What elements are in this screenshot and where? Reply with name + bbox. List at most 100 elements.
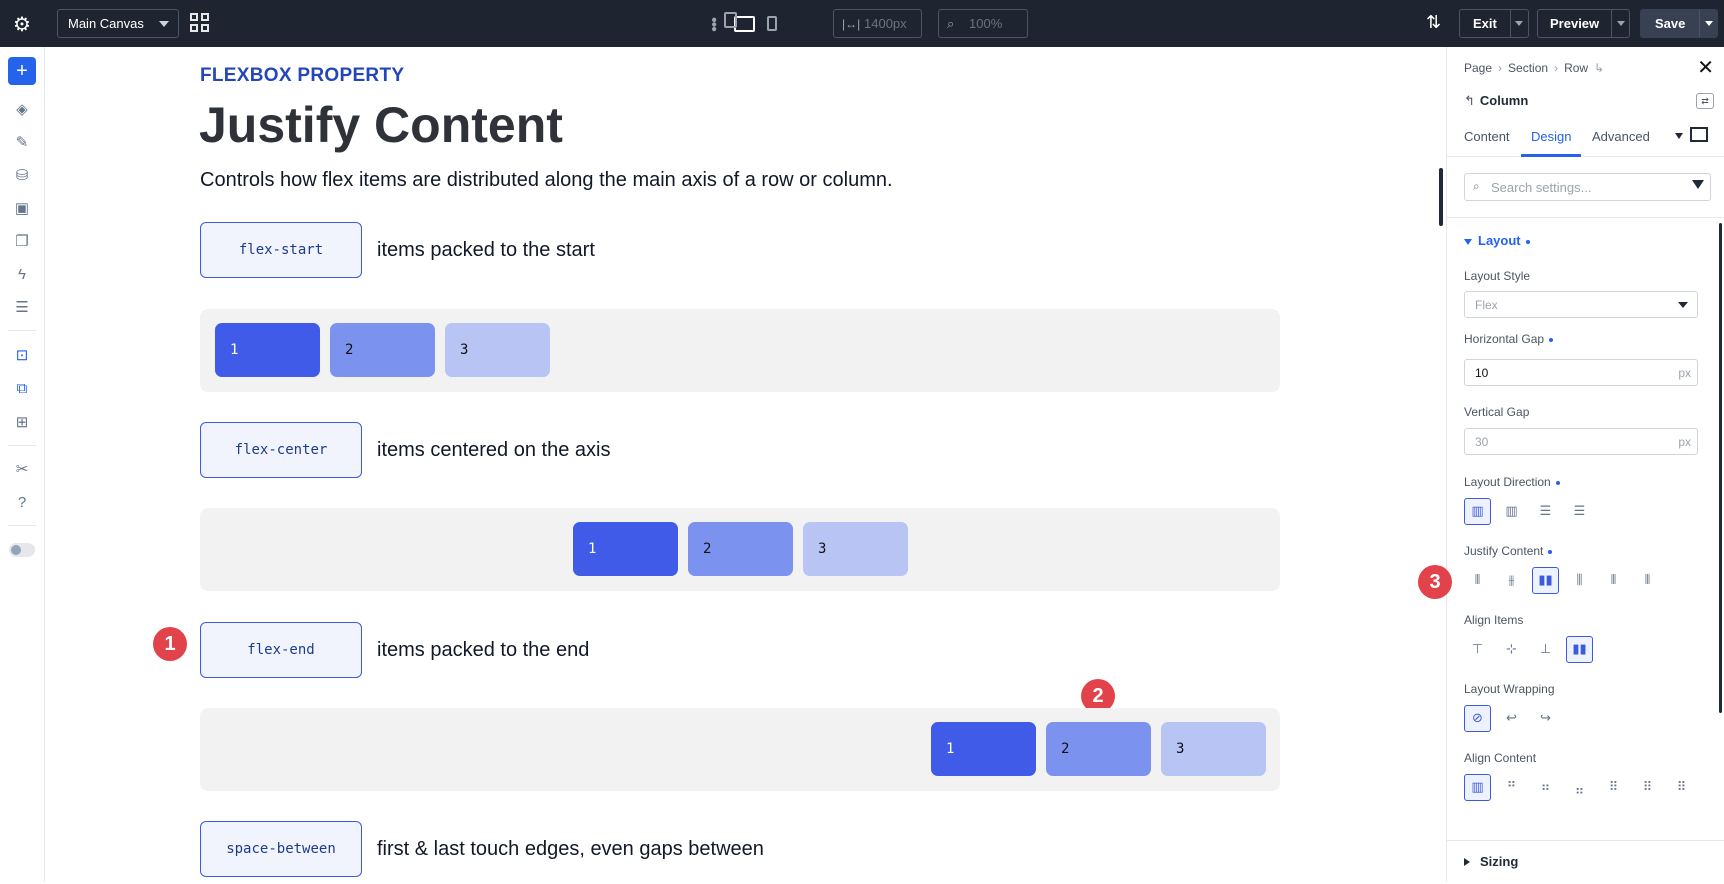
responsive-frame-icon[interactable]: [1690, 127, 1708, 142]
phone-view-icon[interactable]: [767, 16, 777, 31]
flex-item[interactable]: 2: [1046, 722, 1151, 776]
exit-dropdown-icon[interactable]: [1509, 10, 1528, 37]
mode-toggle[interactable]: [9, 543, 35, 557]
breadcrumb-row[interactable]: Row: [1564, 61, 1588, 75]
desktop-view-icon[interactable]: [734, 15, 755, 32]
canvas-scrollbar[interactable]: [1439, 168, 1443, 226]
search-icon: ⌕: [1473, 179, 1480, 193]
horizontal-gap-unit[interactable]: px: [1678, 366, 1691, 380]
justify-start-icon[interactable]: ⫴: [1464, 567, 1491, 594]
wrap-icon[interactable]: ↩: [1498, 705, 1525, 732]
layout-style-select[interactable]: Flex: [1464, 291, 1698, 318]
justify-content-label: Justify Content: [1464, 544, 1553, 558]
database-icon[interactable]: ⛁: [11, 164, 33, 186]
panel-scrollbar[interactable]: [1719, 223, 1722, 713]
more-dots-icon[interactable]: •••: [705, 17, 722, 31]
justify-center-icon[interactable]: ⫵: [1498, 567, 1525, 594]
vertical-gap-unit[interactable]: px: [1678, 435, 1691, 449]
device-switcher: •••: [705, 0, 777, 47]
theme-builder-icon[interactable]: ✎: [11, 131, 33, 153]
flex-item[interactable]: 1: [573, 522, 678, 576]
align-center-icon[interactable]: ⊹: [1498, 636, 1525, 663]
layout-section-toggle[interactable]: Layout: [1464, 233, 1530, 248]
flex-item[interactable]: 3: [1161, 722, 1266, 776]
align-content-space-between-icon[interactable]: ⠿: [1600, 774, 1627, 801]
canvas-selector[interactable]: Main Canvas: [57, 9, 179, 38]
align-content-stretch-icon[interactable]: ▥: [1464, 774, 1491, 801]
chevron-down-icon: [1678, 302, 1688, 308]
horizontal-gap-input[interactable]: 10 px: [1464, 359, 1698, 386]
value-pill[interactable]: flex-center: [200, 422, 362, 478]
tabs-more-chevron-icon[interactable]: [1675, 133, 1683, 139]
justify-space-between-icon[interactable]: ⫼: [1566, 567, 1593, 594]
tab-design[interactable]: Design: [1531, 129, 1571, 144]
breadcrumb-section[interactable]: Section: [1508, 61, 1548, 75]
layout-wrapping-options: ⊘ ↩ ↪: [1464, 705, 1559, 732]
exit-button[interactable]: Exit: [1459, 9, 1529, 38]
tab-advanced[interactable]: Advanced: [1592, 129, 1650, 144]
wrap-reverse-icon[interactable]: ↪: [1532, 705, 1559, 732]
close-icon[interactable]: ✕: [1697, 55, 1714, 80]
interaction-icon[interactable]: ⊡: [11, 344, 33, 366]
settings-gear-icon[interactable]: ⚙: [10, 12, 34, 36]
justify-space-evenly-icon[interactable]: ⦀: [1634, 567, 1661, 594]
align-content-center-icon[interactable]: ⠶: [1532, 774, 1559, 801]
demo-row-flex-center[interactable]: 1 2 3: [200, 508, 1280, 591]
direction-row-reverse-icon[interactable]: ▥: [1498, 498, 1525, 525]
value-pill[interactable]: flex-end: [200, 622, 362, 678]
pages-icon[interactable]: ❐: [11, 230, 33, 252]
grid-layout-icon[interactable]: [190, 13, 210, 33]
vertical-gap-input[interactable]: 30 px: [1464, 428, 1698, 455]
layers-icon[interactable]: ◈: [11, 98, 33, 120]
add-element-button[interactable]: +: [8, 57, 36, 85]
justify-end-icon[interactable]: ▮▮: [1532, 567, 1559, 594]
flex-item[interactable]: 1: [215, 323, 320, 377]
template-library-icon[interactable]: ▣: [11, 197, 33, 219]
preview-dropdown-icon[interactable]: [1611, 10, 1629, 37]
sizing-section-toggle[interactable]: Sizing: [1447, 840, 1724, 884]
justify-space-around-icon[interactable]: ⦀: [1600, 567, 1627, 594]
direction-column-reverse-icon[interactable]: ☰: [1566, 498, 1593, 525]
tablet-view-icon[interactable]: [724, 12, 737, 28]
value-pill[interactable]: space-between: [200, 821, 362, 877]
save-dropdown-icon[interactable]: [1699, 10, 1717, 37]
align-end-icon[interactable]: ⊥: [1532, 636, 1559, 663]
breadcrumb-page[interactable]: Page: [1464, 61, 1492, 75]
flex-item[interactable]: 3: [445, 323, 550, 377]
demo-row-flex-start[interactable]: 1 2 3: [200, 309, 1280, 392]
align-content-start-icon[interactable]: ⠛: [1498, 774, 1525, 801]
align-content-space-evenly-icon[interactable]: ⠿: [1668, 774, 1695, 801]
align-content-space-around-icon[interactable]: ⠿: [1634, 774, 1661, 801]
preview-button[interactable]: Preview: [1537, 9, 1631, 38]
flex-item[interactable]: 2: [688, 522, 793, 576]
layout-direction-options: ▥ ▥ ☰ ☰: [1464, 498, 1593, 525]
zoom-field[interactable]: ⌕ 100%: [938, 9, 1028, 38]
help-icon[interactable]: ?: [11, 491, 33, 513]
back-arrow-icon[interactable]: ↰: [1464, 93, 1475, 108]
sort-arrows-icon[interactable]: ⇅: [1426, 12, 1441, 33]
value-pill[interactable]: flex-start: [200, 222, 362, 278]
canvas-width-field[interactable]: |↔| 1400px: [833, 9, 922, 38]
tab-content[interactable]: Content: [1464, 129, 1510, 144]
top-toolbar: ⚙ Main Canvas ••• |↔| 1400px ⌕ 100% ⇅ Ex…: [0, 0, 1724, 47]
direction-row-icon[interactable]: ▥: [1464, 498, 1491, 525]
flex-item[interactable]: 2: [330, 323, 435, 377]
save-button[interactable]: Save: [1640, 9, 1719, 38]
flex-item[interactable]: 1: [931, 722, 1036, 776]
global-settings-icon[interactable]: ⊞: [11, 411, 33, 433]
lightning-icon[interactable]: ϟ: [11, 263, 33, 285]
direction-column-icon[interactable]: ☰: [1532, 498, 1559, 525]
align-content-end-icon[interactable]: ⣤: [1566, 774, 1593, 801]
forms-icon[interactable]: ☰: [11, 296, 33, 318]
no-wrap-icon[interactable]: ⊘: [1464, 705, 1491, 732]
presets-icon[interactable]: ⧉: [11, 377, 33, 399]
demo-row-flex-end[interactable]: 1 2 3: [200, 708, 1280, 791]
align-stretch-icon[interactable]: ▮▮: [1566, 636, 1593, 663]
filter-icon[interactable]: [1692, 180, 1704, 189]
settings-search-input[interactable]: ⌕ Search settings...: [1464, 173, 1711, 201]
flex-item[interactable]: 3: [803, 522, 908, 576]
breadcrumb-separator-icon: ›: [1498, 61, 1503, 75]
panel-options-icon[interactable]: ⇄: [1696, 93, 1714, 109]
tools-icon[interactable]: ✂: [11, 458, 33, 480]
align-start-icon[interactable]: ⊤: [1464, 636, 1491, 663]
